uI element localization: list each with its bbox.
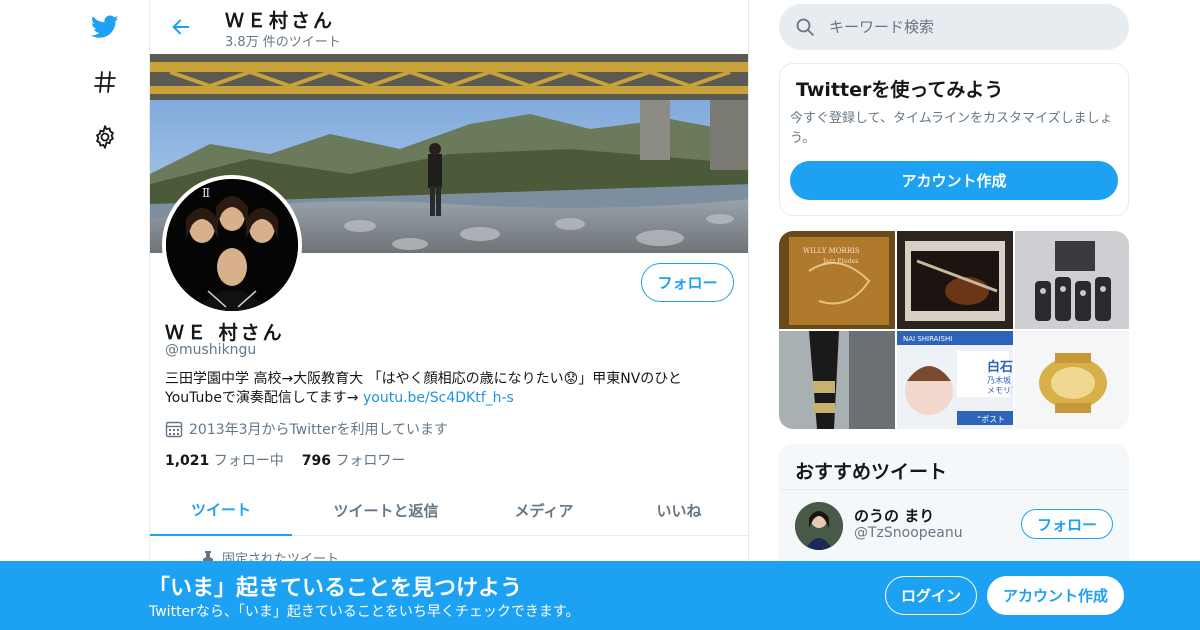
- media-tile-text: NAI SHIRAISHI: [903, 335, 952, 343]
- signup-banner-subtitle: Twitterなら、「いま」起きていることをいち早くチェックできます。: [149, 604, 580, 620]
- following-label: フォロー中: [213, 453, 284, 469]
- recommended-user-name[interactable]: のうの まり: [854, 505, 934, 526]
- recommended-user-handle: @TzSnoopeanu: [854, 525, 963, 541]
- media-tile-subtext: Jazz Etudes: [822, 258, 858, 265]
- signup-button[interactable]: アカウント作成: [987, 576, 1124, 615]
- media-tile[interactable]: NAI SHIRAISHI 白石乃木坂メモリア “ポスト: [897, 331, 1013, 429]
- media-tile-subtext: メモリア: [987, 386, 1013, 395]
- profile-handle: @mushikngu: [165, 342, 257, 358]
- recommended-title: おすすめツイート: [795, 461, 948, 483]
- profile-header-bar: ＷＥ村さん 3.8万 件のツイート: [150, 0, 748, 54]
- media-tile-subtext: 乃木坂: [987, 375, 1011, 385]
- followers-link[interactable]: 796 フォロワー: [302, 453, 406, 469]
- tab-tweets[interactable]: ツイート: [150, 484, 292, 536]
- media-tile-subtext: “ポスト: [977, 415, 1005, 424]
- join-date: 2013年3月からTwitterを利用しています: [165, 419, 448, 439]
- bio-link[interactable]: youtu.be/Sc4DKtf_h-s: [363, 390, 514, 406]
- profile-column: ＷＥ村さん 3.8万 件のツイート Ⅱ フォロー ＷＥ 村さん @mushikn…: [149, 0, 749, 630]
- create-account-button[interactable]: アカウント作成: [790, 161, 1118, 200]
- header-name: ＷＥ村さん: [225, 10, 336, 32]
- media-tile[interactable]: [1015, 331, 1129, 429]
- media-tile[interactable]: [1015, 231, 1129, 329]
- search-box: [779, 4, 1129, 50]
- signup-card-title: Twitterを使ってみよう: [796, 79, 1004, 101]
- followers-label: フォロワー: [335, 453, 406, 469]
- profile-avatar[interactable]: Ⅱ: [162, 175, 302, 315]
- followers-count: 796: [301, 453, 331, 469]
- signup-card: Twitterを使ってみよう 今すぐ登録して、タイムラインをカスタマイズしましょ…: [779, 63, 1129, 216]
- media-grid: WILLY MORRIS Jazz Etudes NAI SHIRAISHI 白石乃…: [779, 231, 1129, 429]
- profile-name: ＷＥ 村さん: [165, 322, 285, 344]
- media-tile-subtext: 白石: [987, 359, 1013, 375]
- profile-bio: 三田学園中学 高校→大阪教育大 「はやく顔相応の歳になりたい😟」甲東NVのひと …: [165, 370, 735, 408]
- calendar-icon: [165, 420, 183, 438]
- profile-tabs: ツイート ツイートと返信 メディア いいね: [150, 484, 748, 536]
- following-count: 1,021: [165, 453, 210, 469]
- recommended-follow-button[interactable]: フォロー: [1021, 509, 1113, 539]
- twitter-bird-icon[interactable]: [90, 12, 120, 42]
- hashtag-icon[interactable]: [90, 67, 120, 97]
- header-tweet-count: 3.8万 件のツイート: [225, 35, 341, 50]
- follow-stats: 1,021 フォロー中 796 フォロワー: [165, 450, 405, 470]
- back-arrow-icon[interactable]: [168, 14, 194, 40]
- avatar[interactable]: [795, 502, 843, 550]
- search-input[interactable]: [829, 18, 1109, 36]
- media-tile-text: WILLY MORRIS: [803, 247, 860, 255]
- tab-media[interactable]: メディア: [480, 484, 608, 536]
- login-button[interactable]: ログイン: [885, 576, 977, 615]
- left-nav: [80, 0, 150, 630]
- signup-card-description: 今すぐ登録して、タイムラインをカスタマイズしましょう。: [790, 111, 1113, 146]
- search-icon: [795, 17, 815, 37]
- following-link[interactable]: 1,021 フォロー中: [165, 453, 284, 469]
- media-tile[interactable]: [897, 231, 1013, 329]
- signup-banner: 「いま」起きていることを見つけよう Twitterなら、「いま」起きていることを…: [0, 561, 1200, 630]
- media-tile[interactable]: [779, 331, 895, 429]
- tab-tweets-and-replies[interactable]: ツイートと返信: [292, 484, 480, 536]
- media-tile[interactable]: WILLY MORRIS Jazz Etudes: [779, 231, 895, 329]
- follow-button[interactable]: フォロー: [641, 263, 734, 302]
- signup-banner-title: 「いま」起きていることを見つけよう: [148, 576, 523, 601]
- join-date-text: 2013年3月からTwitterを利用しています: [189, 422, 449, 438]
- gear-icon[interactable]: [90, 122, 120, 152]
- svg-text:Ⅱ: Ⅱ: [202, 186, 210, 200]
- divider: [779, 489, 1129, 490]
- tab-likes[interactable]: いいね: [608, 484, 748, 536]
